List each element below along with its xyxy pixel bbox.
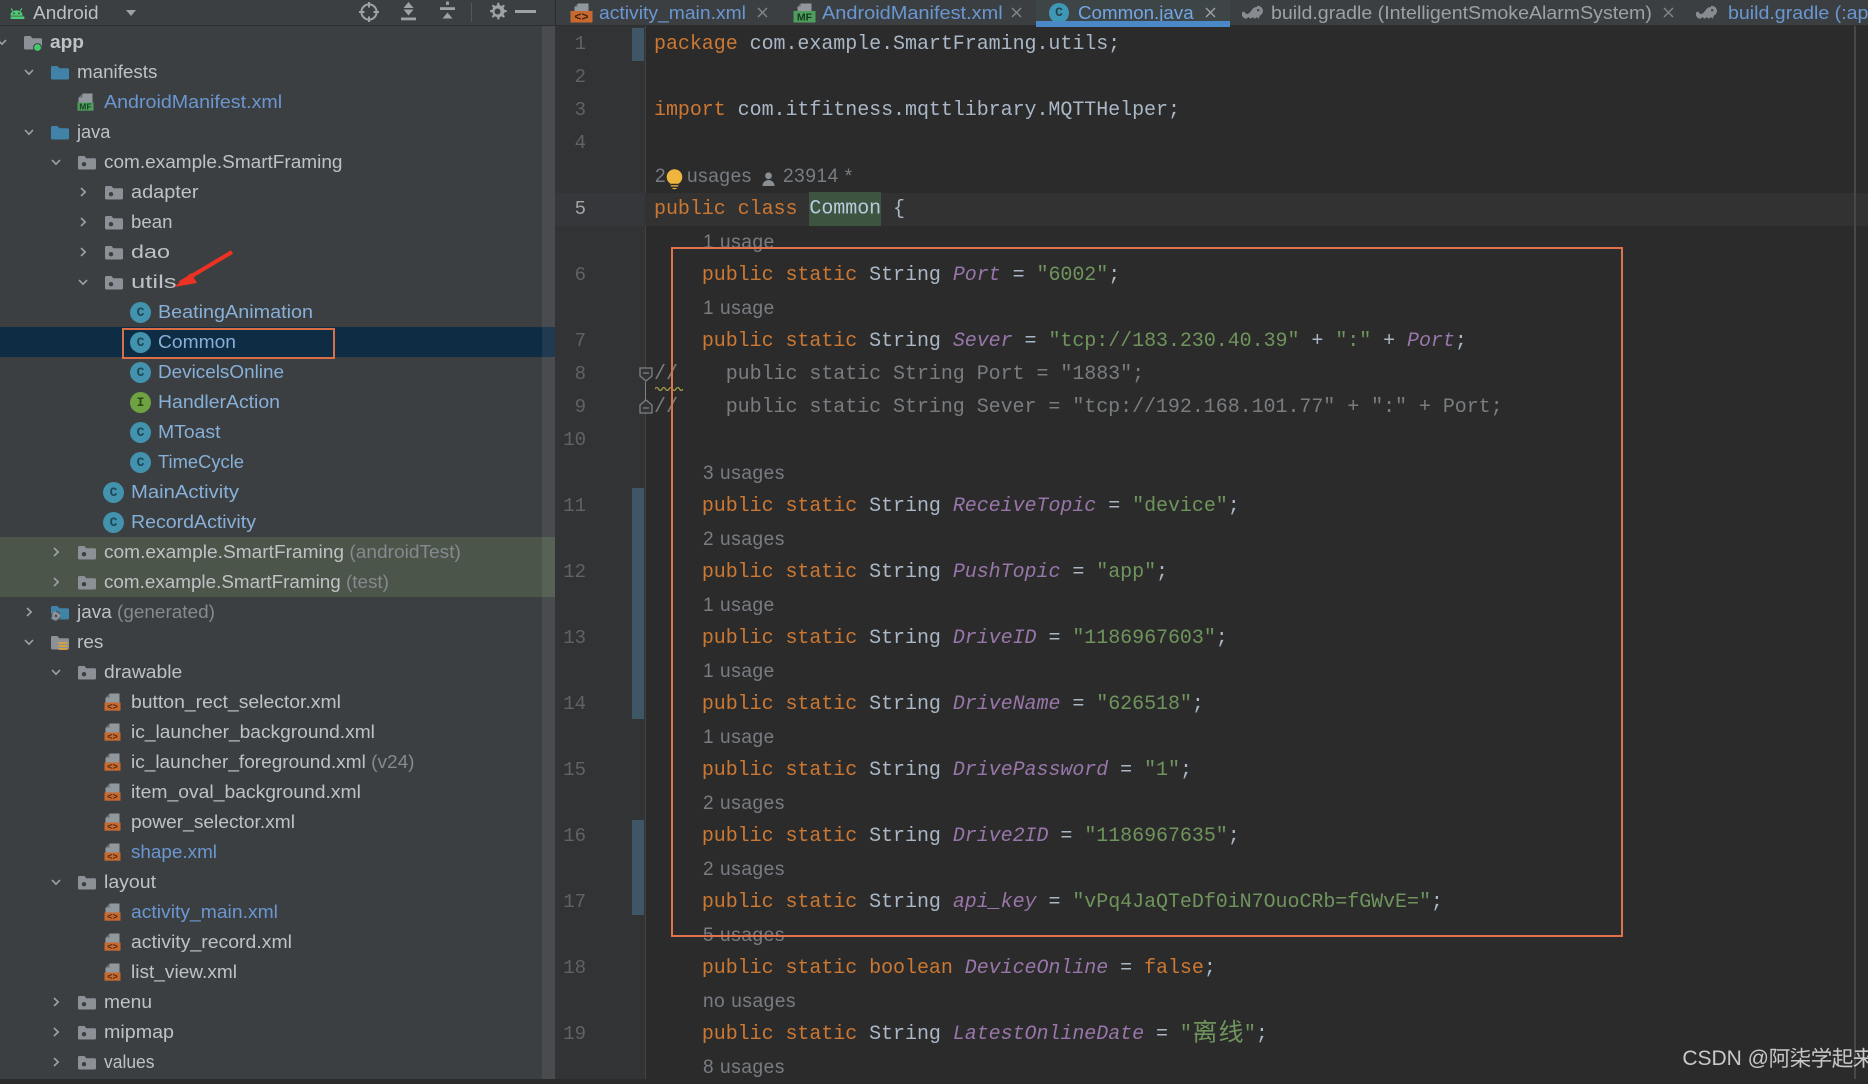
svg-text:<>: <> bbox=[107, 972, 118, 981]
svg-text:<>: <> bbox=[107, 702, 118, 711]
svg-text:<>: <> bbox=[107, 762, 118, 771]
svg-text:<>: <> bbox=[107, 732, 118, 741]
svg-text:<>: <> bbox=[107, 942, 118, 951]
svg-text:<>: <> bbox=[107, 822, 118, 831]
svg-text:MF: MF bbox=[797, 12, 813, 24]
svg-text:<>: <> bbox=[107, 912, 118, 921]
svg-text:<>: <> bbox=[107, 792, 118, 801]
svg-text:MF: MF bbox=[79, 102, 91, 112]
svg-text:<>: <> bbox=[574, 10, 588, 23]
svg-text:<>: <> bbox=[107, 852, 118, 861]
